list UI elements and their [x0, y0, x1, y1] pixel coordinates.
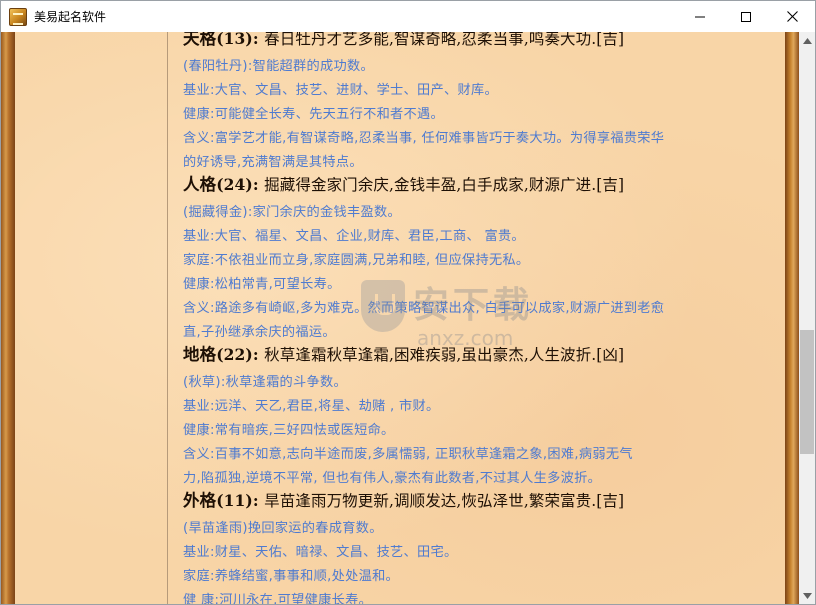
analysis-line: 基业:大官、福星、文昌、企业,财库、君臣,工商、 富贵。	[183, 229, 525, 244]
maximize-icon	[741, 11, 751, 22]
close-button[interactable]	[769, 1, 815, 32]
watermark: 安下载 anxz.com	[361, 276, 611, 362]
analysis-line: (秋草):秋草逢霜的斗争数。	[183, 375, 347, 390]
grid-name: 天格	[183, 32, 217, 48]
scrollbar-thumb[interactable]	[800, 330, 814, 454]
analysis-line: (掘藏得金):家门余庆的金钱丰盈数。	[183, 205, 401, 220]
analysis-line: 含义:百事不如意,志向半途而废,多属懦弱, 正职秋草逢霜之象,困难,病弱无气	[183, 447, 633, 462]
grid-name: 地格	[183, 345, 217, 364]
grid-heading: 天格(13): 春日牡丹才艺多能,智谋奇略,忍柔当事,鸣奏大功.[吉]	[183, 32, 624, 49]
analysis-line: 健康:松柏常青,可望长寿。	[183, 277, 341, 292]
watermark-en: anxz.com	[417, 326, 514, 350]
grid-number: (24):	[216, 175, 265, 194]
window-controls	[677, 1, 815, 32]
grid-heading: 外格(11): 旱苗逢雨万物更新,调顺发达,恢弘泽世,繁荣富贵.[吉]	[183, 487, 624, 511]
analysis-line: 基业:大官、文昌、技艺、进财、学士、田产、财库。	[183, 83, 498, 98]
analysis-line: 健康:常有暗疾,三好四怯或医短命。	[183, 423, 395, 438]
margin-rule	[167, 32, 168, 604]
grid-summary: 掘藏得金家门余庆,金钱丰盈,白手成家,财源广进.[吉]	[264, 176, 625, 194]
analysis-line: 家庭:不依祖业而立身,家庭圆满,兄弟和睦, 但应保持无私。	[183, 253, 530, 268]
maximize-button[interactable]	[723, 1, 769, 32]
watermark-shield-icon	[361, 280, 405, 332]
analysis-line: 基业:财星、天佑、暗禄、文昌、技艺、田宅。	[183, 545, 458, 560]
right-wood-frame	[785, 32, 799, 604]
analysis-line: (春阳牡丹):智能超群的成功数。	[183, 59, 374, 74]
vertical-scrollbar[interactable]	[799, 32, 815, 604]
result-paper: 天格(13): 春日牡丹才艺多能,智谋奇略,忍柔当事,鸣奏大功.[吉] (春阳牡丹…	[15, 32, 785, 604]
analysis-line: 的好诱导,充满智满是其特点。	[183, 155, 363, 170]
grid-number: (11):	[216, 491, 265, 510]
analysis-line: 健 康:河川永在,可望健康长寿。	[183, 593, 373, 604]
grid-heading: 人格(24): 掘藏得金家门余庆,金钱丰盈,白手成家,财源广进.[吉]	[183, 171, 624, 195]
grid-summary: 旱苗逢雨万物更新,调顺发达,恢弘泽世,繁荣富贵.[吉]	[264, 492, 625, 510]
window-title: 美易起名软件	[34, 10, 107, 24]
analysis-line: 含义:富学艺才能,有智谋奇略,忍柔当事, 任何难事皆巧于奏大功。为得享福贵荣华	[183, 131, 665, 146]
left-wood-frame	[1, 32, 15, 604]
close-icon	[786, 11, 798, 22]
analysis-line: 基业:远洋、天乙,君臣,将星、劫赌 , 市财。	[183, 399, 440, 414]
scroll-up-button[interactable]	[799, 32, 815, 49]
analysis-line: 力,陷孤独,逆境不平常, 但也有伟人,豪杰有此数者,不过其人生多波折。	[183, 471, 602, 486]
grid-number: (22):	[216, 345, 265, 364]
minimize-button[interactable]	[677, 1, 723, 32]
grid-name: 外格	[183, 491, 217, 510]
analysis-line: 健康:可能健全长寿、先天五行不和者不遇。	[183, 107, 445, 122]
minimize-icon	[695, 16, 705, 17]
chevron-down-icon	[802, 592, 812, 599]
chevron-up-icon	[802, 37, 812, 44]
title-bar[interactable]: 美易起名软件	[1, 1, 815, 32]
analysis-line: 直,子孙继承余庆的福运。	[183, 325, 336, 340]
analysis-line: (旱苗逢雨)挽回家运的春成育数。	[183, 521, 383, 536]
grid-summary: 春日牡丹才艺多能,智谋奇略,忍柔当事,鸣奏大功.[吉]	[264, 32, 625, 48]
analysis-line: 家庭:养蜂结蜜,事事和顺,处处温和。	[183, 569, 400, 584]
client-area: 天格(13): 春日牡丹才艺多能,智谋奇略,忍柔当事,鸣奏大功.[吉] (春阳牡丹…	[1, 32, 815, 604]
app-window: 美易起名软件 天格(13): 春日牡丹才艺多能,智谋奇略,忍柔当事,鸣奏大功.[…	[0, 0, 816, 605]
grid-name: 人格	[183, 175, 217, 194]
scroll-down-button[interactable]	[799, 587, 815, 604]
grid-number: (13):	[216, 32, 265, 48]
app-logo-icon	[9, 7, 27, 26]
watermark-cn: 安下载	[413, 285, 534, 326]
